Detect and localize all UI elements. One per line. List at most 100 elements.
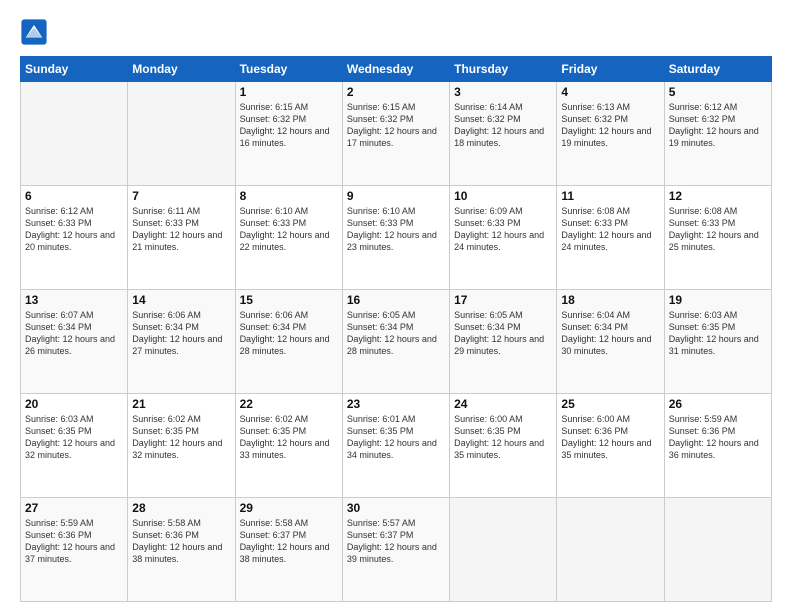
day-detail: Sunrise: 6:08 AMSunset: 6:33 PMDaylight:… — [561, 205, 659, 254]
calendar-cell: 26 Sunrise: 5:59 AMSunset: 6:36 PMDayligh… — [664, 394, 771, 498]
day-detail: Sunrise: 6:10 AMSunset: 6:33 PMDaylight:… — [347, 205, 445, 254]
calendar-cell: 17 Sunrise: 6:05 AMSunset: 6:34 PMDayligh… — [450, 290, 557, 394]
day-detail: Sunrise: 6:02 AMSunset: 6:35 PMDaylight:… — [240, 413, 338, 462]
calendar-header-sunday: Sunday — [21, 57, 128, 82]
calendar-cell: 8Sunrise: 6:10 AMSunset: 6:33 PMDaylight… — [235, 186, 342, 290]
day-detail: Sunrise: 6:13 AMSunset: 6:32 PMDaylight:… — [561, 101, 659, 150]
day-detail: Sunrise: 6:15 AMSunset: 6:32 PMDaylight:… — [347, 101, 445, 150]
calendar-cell: 24Sunrise: 6:00 AMSunset: 6:35 PMDayligh… — [450, 394, 557, 498]
calendar-cell: 13Sunrise: 6:07 AMSunset: 6:34 PMDayligh… — [21, 290, 128, 394]
day-number: 16 — [347, 293, 445, 307]
day-number: 20 — [25, 397, 123, 411]
day-detail: Sunrise: 6:05 AMSunset: 6:34 PMDaylight:… — [454, 309, 552, 358]
day-detail: Sunrise: 6:06 AMSunset: 6:34 PMDaylight:… — [132, 309, 230, 358]
calendar-header-tuesday: Tuesday — [235, 57, 342, 82]
calendar-cell: 20 Sunrise: 6:03 AMSunset: 6:35 PMDayligh… — [21, 394, 128, 498]
day-detail: Sunrise: 6:00 AMSunset: 6:36 PMDaylight:… — [561, 413, 659, 462]
day-detail: Sunrise: 6:06 AMSunset: 6:34 PMDaylight:… — [240, 309, 338, 358]
calendar-cell: 14 Sunrise: 6:06 AMSunset: 6:34 PMDayligh… — [128, 290, 235, 394]
calendar-week-1: 1 Sunrise: 6:15 AMSunset: 6:32 PMDaylight… — [21, 82, 772, 186]
calendar-cell: 28Sunrise: 5:58 AMSunset: 6:36 PMDayligh… — [128, 498, 235, 602]
day-number: 2 — [347, 85, 445, 99]
day-detail: Sunrise: 5:57 AMSunset: 6:37 PMDaylight:… — [347, 517, 445, 566]
calendar-cell — [128, 82, 235, 186]
day-detail: Sunrise: 6:14 AMSunset: 6:32 PMDaylight:… — [454, 101, 552, 150]
calendar-cell: 22 Sunrise: 6:02 AMSunset: 6:35 PMDayligh… — [235, 394, 342, 498]
calendar-header-saturday: Saturday — [664, 57, 771, 82]
logo-icon — [20, 18, 48, 46]
calendar-cell: 29 Sunrise: 5:58 AMSunset: 6:37 PMDayligh… — [235, 498, 342, 602]
day-number: 1 — [240, 85, 338, 99]
calendar-cell: 16 Sunrise: 6:05 AMSunset: 6:34 PMDayligh… — [342, 290, 449, 394]
day-number: 29 — [240, 501, 338, 515]
day-number: 26 — [669, 397, 767, 411]
day-number: 5 — [669, 85, 767, 99]
calendar-cell: 1Sunrise: 6:15 AMSunset: 6:32 PMDaylight… — [235, 82, 342, 186]
calendar-cell: 23 Sunrise: 6:01 AMSunset: 6:35 PMDayligh… — [342, 394, 449, 498]
day-detail: Sunrise: 5:59 AMSunset: 6:36 PMDaylight:… — [669, 413, 767, 462]
calendar-cell: 12Sunrise: 6:08 AMSunset: 6:33 PMDayligh… — [664, 186, 771, 290]
day-number: 15 — [240, 293, 338, 307]
calendar-cell: 30 Sunrise: 5:57 AMSunset: 6:37 PMDayligh… — [342, 498, 449, 602]
calendar-week-4: 20 Sunrise: 6:03 AMSunset: 6:35 PMDayligh… — [21, 394, 772, 498]
calendar-cell: 11 Sunrise: 6:08 AMSunset: 6:33 PMDayligh… — [557, 186, 664, 290]
calendar-cell — [21, 82, 128, 186]
day-detail: Sunrise: 5:58 AMSunset: 6:36 PMDaylight:… — [132, 517, 230, 566]
day-detail: Sunrise: 6:03 AMSunset: 6:35 PMDaylight:… — [669, 309, 767, 358]
day-detail: Sunrise: 6:10 AMSunset: 6:33 PMDaylight:… — [240, 205, 338, 254]
day-number: 4 — [561, 85, 659, 99]
day-detail: Sunrise: 6:12 AMSunset: 6:32 PMDaylight:… — [669, 101, 767, 150]
calendar-cell — [450, 498, 557, 602]
calendar-cell: 9 Sunrise: 6:10 AMSunset: 6:33 PMDaylight… — [342, 186, 449, 290]
calendar-cell: 2 Sunrise: 6:15 AMSunset: 6:32 PMDaylight… — [342, 82, 449, 186]
day-detail: Sunrise: 6:02 AMSunset: 6:35 PMDaylight:… — [132, 413, 230, 462]
day-number: 9 — [347, 189, 445, 203]
day-number: 3 — [454, 85, 552, 99]
page: SundayMondayTuesdayWednesdayThursdayFrid… — [0, 0, 792, 612]
day-detail: Sunrise: 6:01 AMSunset: 6:35 PMDaylight:… — [347, 413, 445, 462]
logo — [20, 18, 50, 46]
day-number: 11 — [561, 189, 659, 203]
calendar-cell: 5 Sunrise: 6:12 AMSunset: 6:32 PMDaylight… — [664, 82, 771, 186]
calendar-cell: 3 Sunrise: 6:14 AMSunset: 6:32 PMDaylight… — [450, 82, 557, 186]
day-detail: Sunrise: 5:59 AMSunset: 6:36 PMDaylight:… — [25, 517, 123, 566]
day-number: 27 — [25, 501, 123, 515]
calendar-cell — [557, 498, 664, 602]
calendar-header-monday: Monday — [128, 57, 235, 82]
day-number: 17 — [454, 293, 552, 307]
day-detail: Sunrise: 6:11 AMSunset: 6:33 PMDaylight:… — [132, 205, 230, 254]
day-number: 12 — [669, 189, 767, 203]
calendar-cell: 15 Sunrise: 6:06 AMSunset: 6:34 PMDayligh… — [235, 290, 342, 394]
day-number: 18 — [561, 293, 659, 307]
calendar: SundayMondayTuesdayWednesdayThursdayFrid… — [20, 56, 772, 602]
day-number: 6 — [25, 189, 123, 203]
calendar-cell: 10Sunrise: 6:09 AMSunset: 6:33 PMDayligh… — [450, 186, 557, 290]
calendar-cell — [664, 498, 771, 602]
day-number: 30 — [347, 501, 445, 515]
day-detail: Sunrise: 6:03 AMSunset: 6:35 PMDaylight:… — [25, 413, 123, 462]
day-detail: Sunrise: 5:58 AMSunset: 6:37 PMDaylight:… — [240, 517, 338, 566]
day-detail: Sunrise: 6:09 AMSunset: 6:33 PMDaylight:… — [454, 205, 552, 254]
day-number: 7 — [132, 189, 230, 203]
calendar-week-2: 6Sunrise: 6:12 AMSunset: 6:33 PMDaylight… — [21, 186, 772, 290]
calendar-header-friday: Friday — [557, 57, 664, 82]
day-number: 22 — [240, 397, 338, 411]
calendar-cell: 19 Sunrise: 6:03 AMSunset: 6:35 PMDayligh… — [664, 290, 771, 394]
calendar-cell: 4 Sunrise: 6:13 AMSunset: 6:32 PMDaylight… — [557, 82, 664, 186]
day-detail: Sunrise: 6:05 AMSunset: 6:34 PMDaylight:… — [347, 309, 445, 358]
day-number: 13 — [25, 293, 123, 307]
day-number: 14 — [132, 293, 230, 307]
calendar-cell: 7 Sunrise: 6:11 AMSunset: 6:33 PMDaylight… — [128, 186, 235, 290]
day-number: 19 — [669, 293, 767, 307]
calendar-cell: 18 Sunrise: 6:04 AMSunset: 6:34 PMDayligh… — [557, 290, 664, 394]
calendar-header-thursday: Thursday — [450, 57, 557, 82]
calendar-cell: 21 Sunrise: 6:02 AMSunset: 6:35 PMDayligh… — [128, 394, 235, 498]
calendar-header-wednesday: Wednesday — [342, 57, 449, 82]
day-number: 23 — [347, 397, 445, 411]
day-detail: Sunrise: 6:04 AMSunset: 6:34 PMDaylight:… — [561, 309, 659, 358]
calendar-cell: 27 Sunrise: 5:59 AMSunset: 6:36 PMDayligh… — [21, 498, 128, 602]
day-number: 21 — [132, 397, 230, 411]
calendar-week-3: 13Sunrise: 6:07 AMSunset: 6:34 PMDayligh… — [21, 290, 772, 394]
day-number: 25 — [561, 397, 659, 411]
calendar-cell: 6Sunrise: 6:12 AMSunset: 6:33 PMDaylight… — [21, 186, 128, 290]
